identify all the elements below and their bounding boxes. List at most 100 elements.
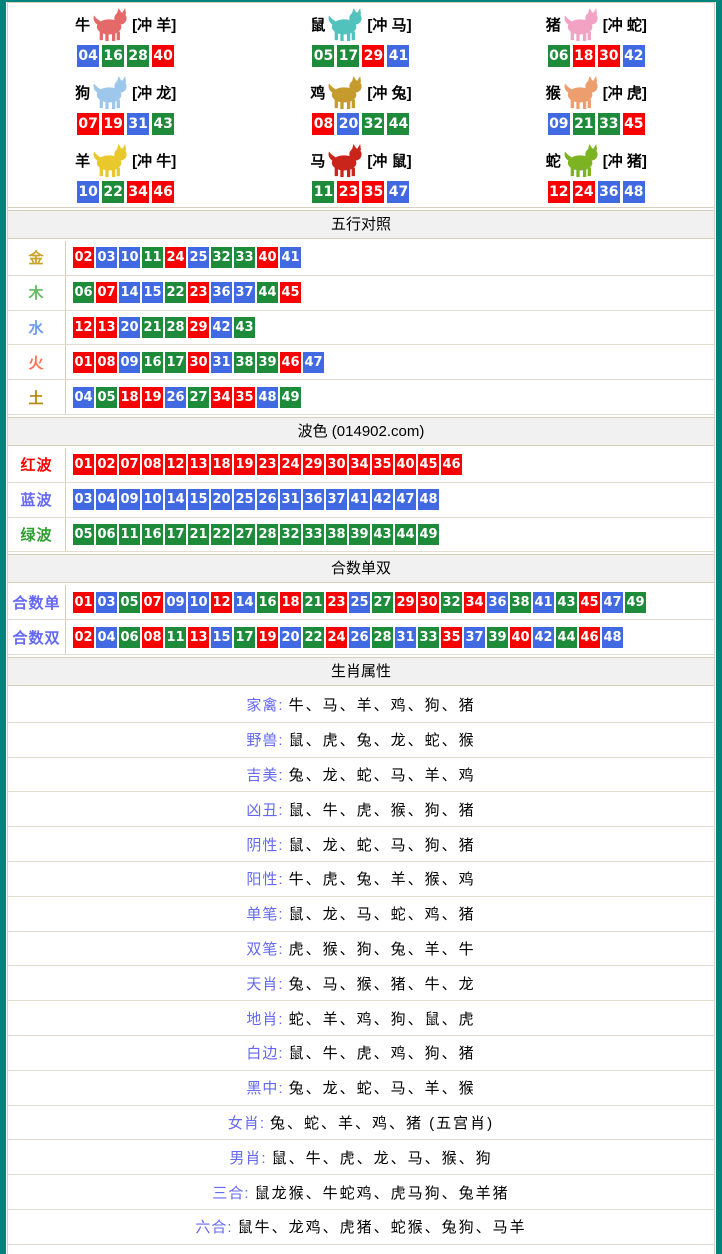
- number-list: 0102070812131819232429303435404546: [66, 448, 462, 482]
- section-header: 生肖属性: [8, 657, 714, 686]
- attribute-row: 阴性:鼠、龙、蛇、马、狗、猪: [8, 827, 714, 862]
- number-ball: 43: [152, 113, 174, 135]
- number-ball: 48: [623, 181, 645, 203]
- number-ball: 29: [188, 317, 209, 338]
- five-elements-row: 金02031011242532334041: [8, 241, 714, 276]
- attribute-label: 三合:: [212, 1182, 249, 1203]
- number-ball: 24: [326, 627, 347, 648]
- number-ball: 19: [142, 387, 163, 408]
- content-sheet: 牛[冲 羊]04162840鼠[冲 马]05172941猪[冲 蛇]061830…: [7, 2, 715, 1254]
- number-ball: 06: [548, 45, 570, 67]
- number-ball: 09: [119, 489, 140, 510]
- number-ball: 08: [96, 352, 117, 373]
- number-ball: 47: [387, 181, 409, 203]
- number-ball: 11: [312, 181, 334, 203]
- number-ball: 30: [598, 45, 620, 67]
- number-ball: 36: [303, 489, 324, 510]
- zodiac-clash-label: [冲 马]: [367, 14, 411, 35]
- attribute-label: 凶丑:: [246, 799, 283, 820]
- number-ball: 36: [598, 181, 620, 203]
- number-ball: 11: [142, 247, 163, 268]
- zodiac-cell: 猴[冲 虎]09213345: [479, 71, 714, 139]
- number-ball: 17: [337, 45, 359, 67]
- attribute-value: 鼠龙猴、牛蛇鸡、虎马狗、兔羊猪: [255, 1182, 510, 1203]
- number-list: 0103050709101214161821232527293032343638…: [66, 585, 646, 619]
- number-ball: 21: [142, 317, 163, 338]
- number-ball: 39: [487, 627, 508, 648]
- number-ball: 12: [548, 181, 570, 203]
- number-ball: 19: [234, 454, 255, 475]
- number-ball: 44: [556, 627, 577, 648]
- number-ball: 37: [326, 489, 347, 510]
- number-ball: 25: [234, 489, 255, 510]
- number-ball: 49: [418, 524, 439, 545]
- zodiac-number-row: 05172941: [312, 45, 409, 67]
- number-ball: 25: [188, 247, 209, 268]
- rooster-icon: [327, 76, 365, 110]
- number-ball: 06: [96, 524, 117, 545]
- zodiac-animal-label: 牛: [75, 14, 90, 35]
- number-ball: 23: [337, 181, 359, 203]
- number-ball: 22: [211, 524, 232, 545]
- number-ball: 28: [165, 317, 186, 338]
- attribute-value: 牛、马、羊、鸡、狗、猪: [289, 694, 476, 715]
- number-ball: 34: [464, 592, 485, 613]
- attribute-label: 白边:: [246, 1042, 283, 1063]
- number-ball: 23: [326, 592, 347, 613]
- number-ball: 20: [280, 627, 301, 648]
- number-ball: 33: [303, 524, 324, 545]
- number-ball: 16: [102, 45, 124, 67]
- number-ball: 41: [533, 592, 554, 613]
- attribute-label: 天肖:: [246, 973, 283, 994]
- number-ball: 21: [188, 524, 209, 545]
- number-ball: 35: [372, 454, 393, 475]
- number-ball: 47: [602, 592, 623, 613]
- number-ball: 46: [579, 627, 600, 648]
- zodiac-animal-label: 羊: [75, 150, 90, 171]
- number-ball: 23: [188, 282, 209, 303]
- number-ball: 39: [257, 352, 278, 373]
- zodiac-number-row: 11233547: [312, 181, 409, 203]
- number-ball: 36: [211, 282, 232, 303]
- zodiac-number-row: 09213345: [548, 113, 645, 135]
- number-ball: 32: [280, 524, 301, 545]
- number-ball: 46: [152, 181, 174, 203]
- number-ball: 03: [96, 592, 117, 613]
- number-ball: 19: [257, 627, 278, 648]
- number-ball: 08: [142, 627, 163, 648]
- five-elements-row: 火0108091617303138394647: [8, 345, 714, 380]
- number-ball: 01: [73, 352, 94, 373]
- zodiac-name-row: 鸡[冲 兔]: [310, 76, 411, 110]
- number-ball: 15: [188, 489, 209, 510]
- zodiac-number-row: 08203244: [312, 113, 409, 135]
- number-ball: 02: [73, 627, 94, 648]
- number-ball: 10: [188, 592, 209, 613]
- zodiac-clash-label: [冲 蛇]: [603, 14, 647, 35]
- number-ball: 27: [188, 387, 209, 408]
- number-ball: 38: [234, 352, 255, 373]
- attribute-row: 单笔:鼠、龙、马、蛇、鸡、猪: [8, 897, 714, 932]
- number-ball: 32: [211, 247, 232, 268]
- attribute-value: 鼠、牛、虎、猴、狗、猪: [289, 799, 476, 820]
- attribute-value: 兔、蛇、羊、鸡、猪 (五宫肖): [270, 1112, 494, 1133]
- number-ball: 36: [487, 592, 508, 613]
- number-ball: 47: [303, 352, 324, 373]
- number-ball: 16: [142, 524, 163, 545]
- number-ball: 43: [556, 592, 577, 613]
- number-ball: 41: [387, 45, 409, 67]
- number-ball: 08: [142, 454, 163, 475]
- zodiac-clash-label: [冲 猪]: [603, 150, 647, 171]
- number-ball: 26: [257, 489, 278, 510]
- number-list: 0108091617303138394647: [66, 345, 324, 379]
- number-ball: 31: [395, 627, 416, 648]
- number-ball: 34: [349, 454, 370, 475]
- attribute-value: 鼠、龙、马、蛇、鸡、猪: [289, 903, 476, 924]
- number-ball: 32: [362, 113, 384, 135]
- number-ball: 29: [395, 592, 416, 613]
- number-ball: 30: [188, 352, 209, 373]
- attribute-row: 野兽:鼠、虎、兔、龙、蛇、猴: [8, 723, 714, 758]
- number-ball: 12: [165, 454, 186, 475]
- attribute-row: 家禽:牛、马、羊、鸡、狗、猪: [8, 688, 714, 723]
- snake-icon: [563, 144, 601, 178]
- number-ball: 17: [234, 627, 255, 648]
